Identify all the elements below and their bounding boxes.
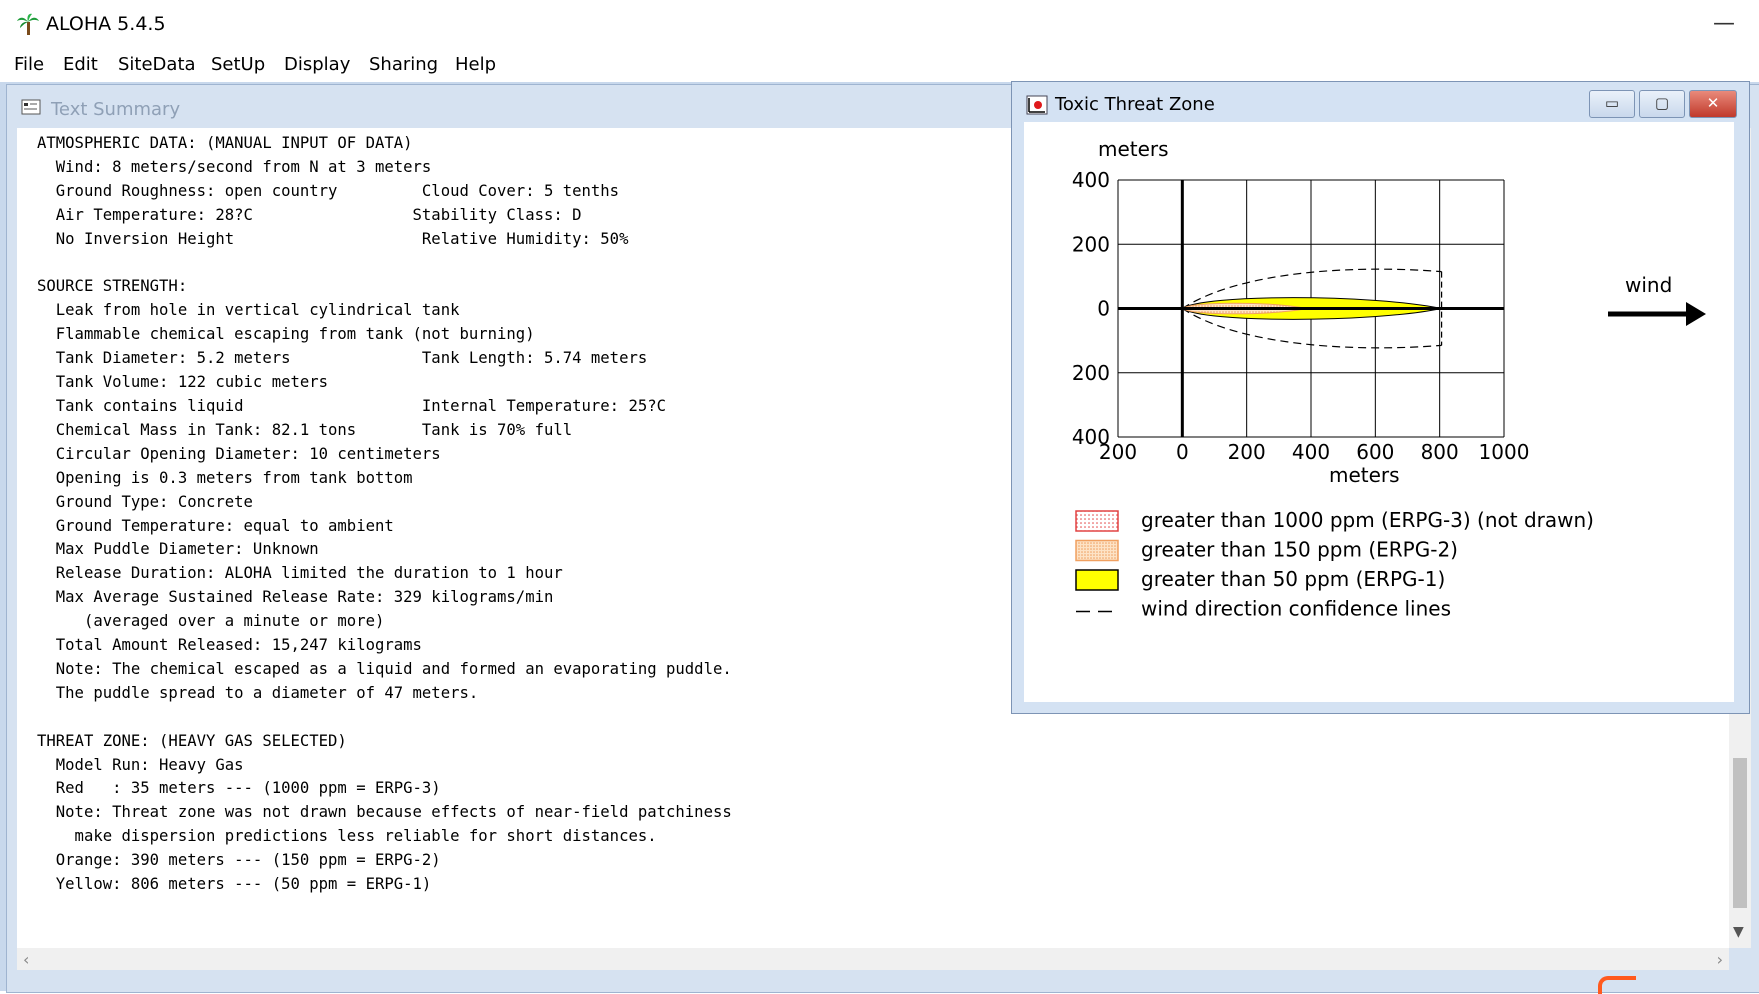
title-bar: ALOHA 5.4.5 —	[0, 0, 1759, 50]
text-document-icon	[21, 99, 41, 115]
legend-swatch	[1075, 539, 1119, 562]
x-tick-label: 600	[1356, 440, 1394, 464]
text-summary-title: Text Summary	[51, 99, 181, 120]
threat-zone-plot-area: meters 400 200 0 200 400 200 0 200 400 600 800 100…	[1024, 122, 1734, 702]
y-tick-labels: 4002000200400	[1072, 168, 1110, 449]
x-tick-label: 800	[1421, 440, 1459, 464]
y-axis-label: meters	[1098, 137, 1169, 161]
legend-swatch	[1075, 569, 1119, 591]
window-title: ALOHA 5.4.5	[46, 13, 166, 35]
scroll-thumb[interactable]	[1733, 758, 1747, 908]
toxic-threat-zone-window: Toxic Threat Zone ▭ ▢ ✕ meters 400 200 0 20…	[1011, 81, 1750, 714]
x-tick-label: 200	[1099, 440, 1137, 464]
menu-sitedata[interactable]: SiteData	[118, 54, 196, 75]
menu-display[interactable]: Display	[284, 54, 350, 75]
menu-bar: File Edit SiteData SetUp Display Sharing…	[0, 50, 1759, 83]
horizontal-scrollbar[interactable]: ‹ ›	[17, 948, 1729, 970]
threat-zone-title: Toxic Threat Zone	[1055, 94, 1215, 115]
x-tick-labels: 200 0 200 400 600 800 1000	[1099, 440, 1530, 464]
threat-zone-plot: meters 400 200 0 200 400 200 0 200 400 600 800 100…	[1072, 137, 1706, 621]
x-tick-label: 400	[1292, 440, 1330, 464]
menu-sharing[interactable]: Sharing	[369, 54, 438, 75]
legend-label: greater than 50 ppm (ERPG-1)	[1141, 567, 1445, 591]
legend: greater than 1000 ppm (ERPG-3) (not draw…	[1075, 508, 1594, 621]
scroll-left-arrow-icon[interactable]: ‹	[23, 950, 29, 969]
x-tick-label: 1000	[1479, 440, 1530, 464]
wind-arrow-icon	[1608, 302, 1706, 326]
scroll-right-arrow-icon[interactable]: ›	[1717, 950, 1723, 969]
wind-label: wind	[1625, 273, 1672, 297]
legend-label: greater than 150 ppm (ERPG-2)	[1141, 538, 1458, 562]
palm-tree-icon	[17, 13, 39, 35]
threat-zone-icon	[1026, 95, 1048, 115]
menu-setup[interactable]: SetUp	[211, 54, 265, 75]
y-tick-label: 0	[1097, 297, 1110, 321]
scroll-down-arrow-icon[interactable]: ▼	[1733, 924, 1744, 940]
minimize-button[interactable]: —	[1709, 10, 1739, 40]
maximize-button[interactable]: ▢	[1639, 90, 1685, 118]
x-tick-label: 0	[1176, 440, 1189, 464]
legend-label: wind direction confidence lines	[1141, 597, 1451, 621]
menu-file[interactable]: File	[14, 54, 44, 75]
legend-label: greater than 1000 ppm (ERPG-3) (not draw…	[1141, 508, 1594, 532]
menu-help[interactable]: Help	[455, 54, 496, 75]
x-axis-label: meters	[1329, 463, 1400, 487]
menu-edit[interactable]: Edit	[63, 54, 98, 75]
y-tick-label: 200	[1072, 361, 1110, 385]
y-tick-label: 200	[1072, 232, 1110, 256]
x-tick-label: 200	[1228, 440, 1266, 464]
close-button[interactable]: ✕	[1689, 90, 1737, 118]
y-tick-label: 400	[1072, 168, 1110, 192]
legend-swatch	[1075, 510, 1119, 532]
resize-grip-icon	[1598, 976, 1636, 994]
minimize-button[interactable]: ▭	[1589, 90, 1635, 118]
